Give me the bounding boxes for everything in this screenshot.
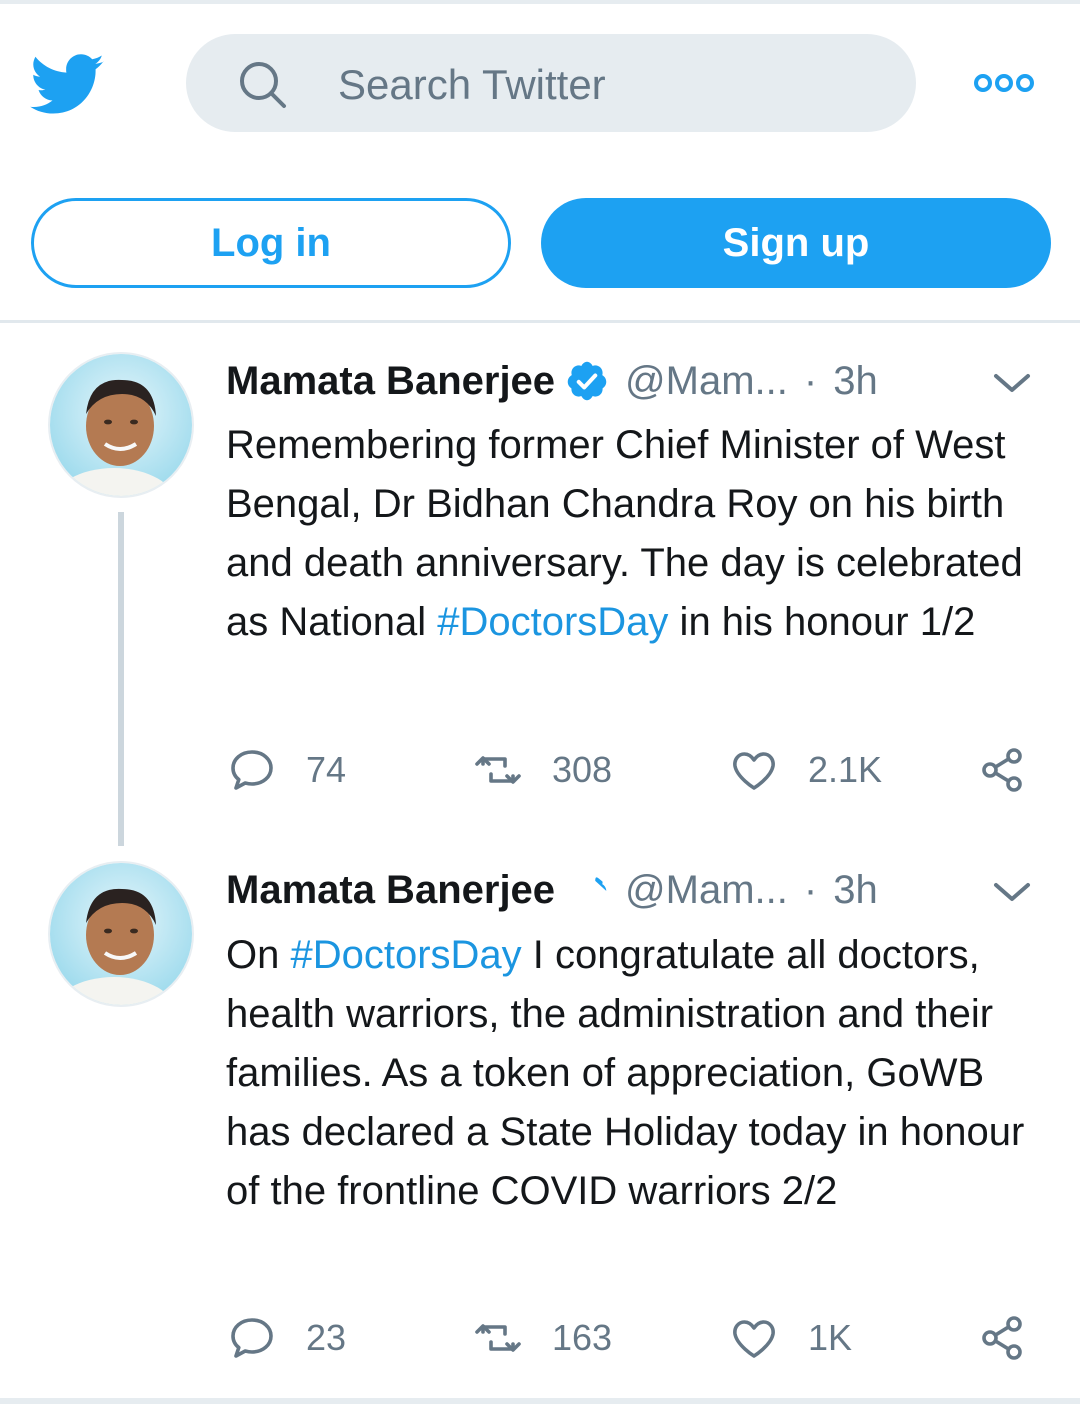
- tweet-header: Mamata Banerjee @Mam... · 3h: [226, 863, 878, 917]
- tweet-text: Remembering former Chief Minister of Wes…: [226, 416, 1056, 652]
- author-name[interactable]: Mamata Banerjee: [226, 359, 555, 404]
- tweet-text-part: On: [226, 933, 291, 977]
- header: Search Twitter Log in Sign up: [0, 4, 1080, 320]
- chevron-down-icon[interactable]: [990, 877, 1034, 907]
- tweet-timestamp[interactable]: 3h: [833, 359, 878, 404]
- header-divider: [0, 320, 1080, 323]
- reply-icon: [231, 1318, 273, 1358]
- separator-dot: ·: [803, 867, 818, 912]
- reply-icon: [231, 750, 273, 790]
- tweet-header: Mamata Banerjee @Mam... · 3h: [226, 354, 878, 408]
- retweet-count: 163: [552, 1317, 613, 1358]
- more-options-icon[interactable]: [972, 68, 1036, 98]
- like-button[interactable]: 1K: [730, 1308, 852, 1368]
- tweet-timestamp[interactable]: 3h: [833, 868, 878, 913]
- twitter-bird-icon[interactable]: [30, 54, 106, 116]
- author-handle[interactable]: @Mam...: [625, 359, 788, 404]
- reply-count: 74: [306, 749, 347, 790]
- chevron-down-icon[interactable]: [990, 368, 1034, 398]
- share-button[interactable]: [978, 740, 1026, 800]
- reply-count: 23: [306, 1317, 347, 1358]
- retweet-icon: [475, 756, 521, 784]
- tweet-text: On #DoctorsDay I congratulate all doctor…: [226, 926, 1056, 1221]
- retweet-icon: [475, 1324, 521, 1352]
- search-bar[interactable]: Search Twitter: [186, 34, 916, 132]
- share-icon: [982, 748, 1022, 792]
- avatar-portrait-icon: [50, 354, 192, 496]
- avatar-portrait-icon: [50, 863, 192, 1005]
- share-button[interactable]: [978, 1308, 1026, 1368]
- verified-badge-icon: [567, 361, 607, 401]
- search-placeholder: Search Twitter: [338, 61, 606, 108]
- like-count: 1K: [808, 1317, 853, 1358]
- like-button[interactable]: 2.1K: [730, 740, 882, 800]
- retweet-button[interactable]: 308: [474, 740, 612, 800]
- signup-button[interactable]: Sign up: [541, 198, 1051, 288]
- tweet-text-part: in his honour 1/2: [668, 600, 976, 644]
- hashtag-link[interactable]: #DoctorsDay: [437, 600, 668, 644]
- retweet-count: 308: [552, 749, 613, 790]
- verified-badge-icon: [576, 877, 607, 899]
- author-handle[interactable]: @Mam...: [625, 868, 788, 913]
- heart-icon: [733, 752, 775, 790]
- hashtag-link[interactable]: #DoctorsDay: [290, 933, 521, 977]
- login-button[interactable]: Log in: [31, 198, 511, 288]
- bottom-border: [0, 1398, 1080, 1404]
- reply-button[interactable]: 74: [228, 740, 346, 800]
- reply-button[interactable]: 23: [228, 1308, 346, 1368]
- tweet-actions: 74 308 2.1K: [226, 740, 1046, 800]
- avatar[interactable]: [48, 861, 194, 1007]
- tweet-actions: 23 163 1K: [226, 1308, 1046, 1368]
- author-name[interactable]: Mamata Banerjee: [226, 868, 555, 913]
- share-icon: [982, 1316, 1022, 1360]
- retweet-button[interactable]: 163: [474, 1308, 612, 1368]
- search-icon: [240, 62, 286, 108]
- avatar[interactable]: [48, 352, 194, 498]
- thread-connector: [118, 512, 124, 846]
- like-count: 2.1K: [808, 749, 883, 790]
- separator-dot: ·: [803, 358, 818, 403]
- heart-icon: [733, 1320, 775, 1358]
